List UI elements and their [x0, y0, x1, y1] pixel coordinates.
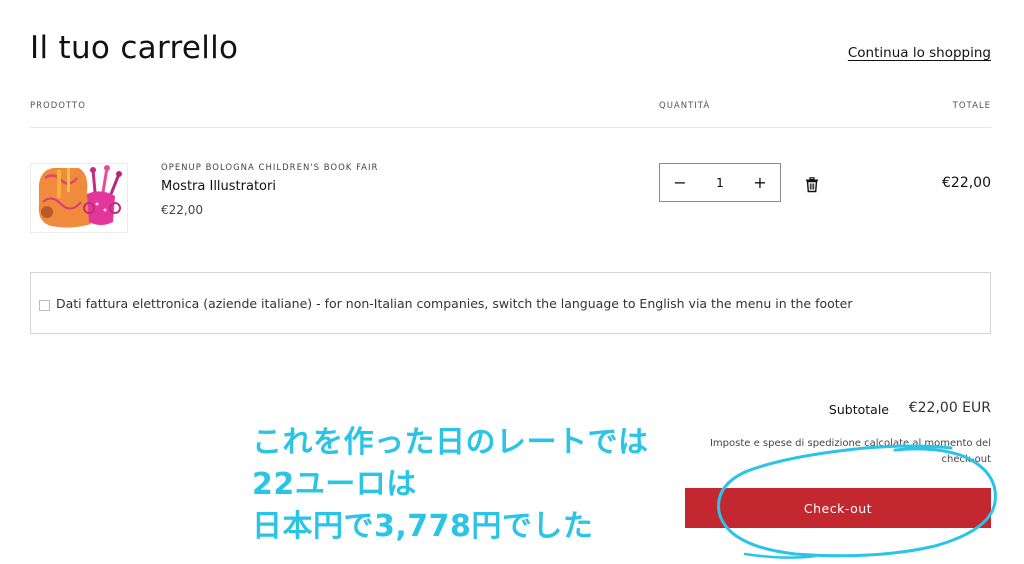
e-invoice-checkbox[interactable] — [39, 300, 50, 311]
subtotal-label: Subtotale — [828, 402, 889, 417]
product-unit-price: €22,00 — [161, 203, 203, 217]
e-invoice-label[interactable]: Dati fattura elettronica (aziende italia… — [56, 296, 853, 311]
decrease-quantity-button[interactable]: − — [660, 164, 700, 201]
line-item-total: €22,00 — [942, 175, 991, 191]
tax-shipping-note: Imposte e spese di spedizione calcolate … — [709, 438, 991, 465]
trash-icon — [806, 177, 818, 193]
increase-quantity-button[interactable]: + — [740, 164, 780, 201]
page-title: Il tuo carrello — [30, 30, 239, 66]
checkout-button[interactable]: Check-out — [685, 488, 991, 528]
quantity-stepper: − + — [659, 163, 781, 202]
product-illustration — [31, 164, 127, 232]
plus-icon: + — [753, 173, 767, 192]
column-header-product: PRODOTTO — [30, 101, 86, 111]
japanese-annotation: これを作った日のレートでは 22ユーロは 日本円で3,778円でした — [252, 422, 649, 548]
minus-icon: − — [673, 173, 687, 192]
annotation-line-2: 22ユーロは — [252, 467, 417, 502]
product-vendor: OPENUP BOLOGNA CHILDREN'S BOOK FAIR — [161, 163, 379, 173]
cart-page: Il tuo carrello Continua lo shopping PRO… — [0, 0, 1024, 564]
continue-shopping-link[interactable]: Continua lo shopping — [848, 45, 991, 61]
remove-item-icon[interactable] — [805, 177, 819, 193]
column-header-total: TOTALE — [952, 101, 991, 111]
annotation-line-1: これを作った日のレートでは — [252, 425, 649, 460]
header-divider — [30, 127, 991, 128]
e-invoice-panel: Dati fattura elettronica (aziende italia… — [30, 272, 991, 334]
annotation-line-3: 日本円で3,778円でした — [252, 509, 594, 544]
subtotal-value: €22,00 EUR — [908, 400, 991, 416]
column-header-quantity: QUANTITÀ — [659, 101, 711, 111]
product-image[interactable] — [30, 163, 128, 233]
quantity-input[interactable] — [700, 174, 740, 191]
product-name-link[interactable]: Mostra Illustratori — [161, 179, 276, 194]
